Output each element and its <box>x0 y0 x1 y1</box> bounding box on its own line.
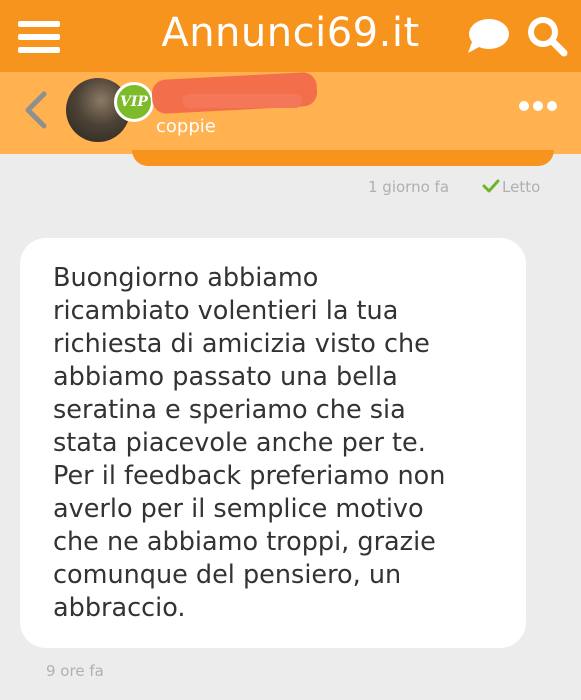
sent-message-time: 1 giorno fa <box>368 178 450 196</box>
conversation-header: VIP coppie <box>0 71 581 154</box>
received-message-time: 9 ore fa <box>46 662 104 680</box>
sent-message-bubble <box>132 150 554 166</box>
received-message-bubble: Buongiorno abbiamo ricambiato volentieri… <box>20 238 526 648</box>
check-icon <box>482 179 500 193</box>
received-message-text: Buongiorno abbiamo ricambiato volentieri… <box>53 263 446 623</box>
chevron-left-icon[interactable] <box>20 90 50 130</box>
top-app-bar: Annunci69.it <box>0 0 581 72</box>
search-icon[interactable] <box>526 15 568 57</box>
redacted-username-extra <box>182 94 302 108</box>
vip-badge: VIP <box>114 82 154 122</box>
read-status: Letto <box>502 178 541 196</box>
more-dots-icon[interactable] <box>518 98 558 114</box>
chat-bubble-icon[interactable] <box>466 18 510 54</box>
profile-category: coppie <box>156 116 216 137</box>
hamburger-menu-icon[interactable] <box>18 21 60 53</box>
